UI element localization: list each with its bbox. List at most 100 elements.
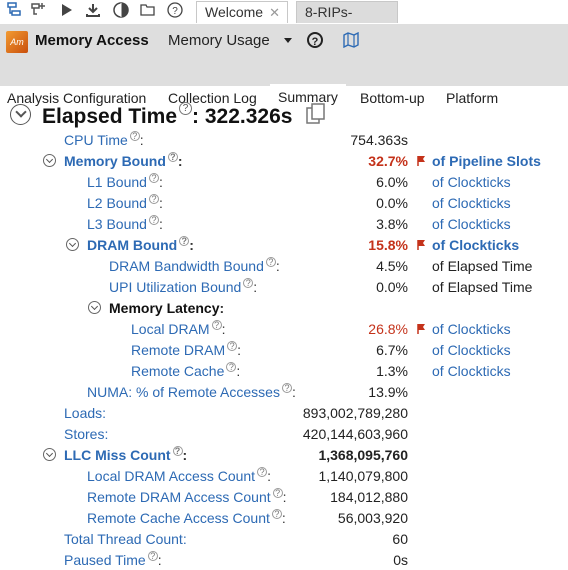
help-icon[interactable]: ?	[166, 1, 184, 19]
metric-row-total-thread-count: Total Thread Count: 60	[0, 529, 568, 549]
metric-colon: :	[139, 132, 144, 148]
elapsed-time-label: Elapsed Time	[42, 105, 178, 128]
help-icon[interactable]: ?	[148, 194, 159, 204]
metric-value: 6.7%	[376, 342, 408, 358]
compare-icon[interactable]	[112, 1, 130, 19]
metric-row-llc-miss-count: LLC Miss Count?: 1,368,095,760	[0, 445, 568, 465]
metric-label: Remote Cache Access Count	[87, 510, 270, 526]
metric-label: DRAM Bound	[87, 237, 178, 253]
metric-value: 0.0%	[376, 279, 408, 295]
metric-row-local-dram-access-count: Local DRAM Access Count?: 1,140,079,800	[0, 466, 568, 486]
collapse-toggle-icon[interactable]	[43, 154, 56, 167]
help-icon[interactable]: ?	[211, 320, 222, 330]
metric-link[interactable]: NUMA: % of Remote Accesses?:	[87, 382, 296, 402]
collapse-toggle-icon[interactable]	[43, 448, 56, 461]
metric-value: 32.7%	[368, 153, 408, 169]
help-icon[interactable]: ?	[227, 341, 238, 351]
metric-row-loads: Loads: 893,002,789,280	[0, 403, 568, 423]
metric-colon: :	[221, 321, 226, 337]
metric-value: 0s	[393, 552, 408, 568]
metric-link[interactable]: Memory Bound?:	[64, 151, 183, 171]
help-icon[interactable]: ?	[243, 278, 254, 288]
metric-link[interactable]: DRAM Bandwidth Bound?:	[109, 256, 280, 276]
metric-link[interactable]: Remote Cache?:	[131, 361, 240, 381]
metric-link[interactable]: LLC Miss Count?:	[64, 445, 187, 465]
new-project-icon[interactable]	[5, 1, 23, 19]
help-icon[interactable]: ?	[271, 509, 282, 519]
chevron-down-icon[interactable]	[284, 38, 292, 43]
viewpoint-selector[interactable]: Memory Usage	[168, 32, 270, 50]
help-icon[interactable]: ?	[179, 102, 193, 115]
open-icon[interactable]	[139, 1, 157, 19]
metric-link[interactable]: Paused Time?:	[64, 550, 162, 570]
metric-link[interactable]: Total Thread Count:	[64, 529, 187, 549]
metric-link[interactable]: CPU Time?:	[64, 130, 144, 150]
metric-value: 26.8%	[368, 321, 408, 337]
metric-label: Local DRAM Access Count	[87, 468, 256, 484]
import-icon[interactable]	[84, 1, 102, 19]
help-icon[interactable]: ?	[148, 173, 159, 183]
help-icon[interactable]: ?	[147, 551, 158, 561]
metric-row-cpu-time: CPU Time?: 754.363s	[0, 130, 568, 150]
metric-row-memory-latency: Memory Latency:	[0, 298, 568, 318]
metric-link[interactable]: Stores:	[64, 424, 108, 444]
metric-unit: of Pipeline Slots	[432, 153, 541, 169]
metric-link[interactable]: UPI Utilization Bound?:	[109, 277, 257, 297]
collapse-elapsed-toggle[interactable]	[10, 104, 31, 125]
metric-label: CPU Time	[64, 132, 128, 148]
help-icon[interactable]: ?	[257, 467, 268, 477]
tab-bottom-up[interactable]: Bottom-up	[360, 86, 425, 110]
collapse-toggle-icon[interactable]	[88, 301, 101, 314]
metric-colon: :	[237, 342, 242, 358]
metric-unit: of Clockticks	[432, 363, 511, 379]
help-icon[interactable]: ?	[172, 446, 183, 456]
metric-row-memory-bound: Memory Bound?: 32.7% of Pipeline Slots	[0, 151, 568, 171]
collapse-toggle-icon[interactable]	[66, 238, 79, 251]
metric-label: UPI Utilization Bound	[109, 279, 242, 295]
metric-link[interactable]: Local DRAM?:	[131, 319, 225, 339]
metric-link[interactable]: Remote DRAM Access Count?:	[87, 487, 287, 507]
metric-link[interactable]: Remote DRAM?:	[131, 340, 241, 360]
help-icon[interactable]: ?	[281, 383, 292, 393]
metric-label: Remote DRAM	[131, 342, 226, 358]
metric-unit: of Clockticks	[432, 174, 511, 190]
metric-row-remote-dram-access-count: Remote DRAM Access Count?: 184,012,880	[0, 487, 568, 507]
help-icon[interactable]: ?	[307, 32, 323, 48]
new-analysis-icon[interactable]	[30, 1, 48, 19]
help-icon[interactable]: ?	[226, 362, 237, 372]
tab-welcome[interactable]: Welcome ✕	[196, 1, 288, 23]
run-icon[interactable]	[58, 1, 76, 19]
metric-link[interactable]: L2 Bound?:	[87, 193, 163, 213]
svg-text:?: ?	[172, 6, 178, 17]
metric-row-numa-remote-accesses: NUMA: % of Remote Accesses?: 13.9%	[0, 382, 568, 402]
metric-value: 3.8%	[376, 216, 408, 232]
tab-result[interactable]: 8-RIPs-b32✕	[296, 1, 398, 40]
help-icon[interactable]: ?	[179, 236, 190, 246]
metric-link[interactable]: Loads:	[64, 403, 106, 423]
metric-unit: of Elapsed Time	[432, 258, 533, 274]
metric-label: L3 Bound	[87, 216, 147, 232]
metric-row-local-dram: Local DRAM?: 26.8% of Clockticks	[0, 319, 568, 339]
help-icon[interactable]: ?	[167, 152, 178, 162]
tab-platform[interactable]: Platform	[446, 86, 498, 110]
metric-link[interactable]: L3 Bound?:	[87, 214, 163, 234]
metric-link[interactable]: Local DRAM Access Count?:	[87, 466, 271, 486]
metric-colon: :	[281, 510, 286, 526]
metric-link[interactable]: L1 Bound?:	[87, 172, 163, 192]
close-icon[interactable]: ✕	[269, 5, 280, 20]
metric-colon: :	[275, 258, 280, 274]
vtune-logo: Am	[6, 31, 28, 53]
metric-row-remote-dram: Remote DRAM?: 6.7% of Clockticks	[0, 340, 568, 360]
help-icon[interactable]: ?	[148, 215, 159, 225]
metric-link[interactable]: Remote Cache Access Count?:	[87, 508, 286, 528]
warning-flag-icon	[417, 324, 425, 334]
book-icon[interactable]	[343, 32, 359, 48]
copy-icon[interactable]	[306, 103, 326, 125]
metric-label: Local DRAM	[131, 321, 210, 337]
help-icon[interactable]: ?	[129, 131, 140, 141]
help-icon[interactable]: ?	[272, 488, 283, 498]
metric-link[interactable]: DRAM Bound?:	[87, 235, 194, 255]
metric-row-remote-cache: Remote Cache?: 1.3% of Clockticks	[0, 361, 568, 381]
metric-label: Paused Time	[64, 552, 146, 568]
help-icon[interactable]: ?	[265, 257, 276, 267]
